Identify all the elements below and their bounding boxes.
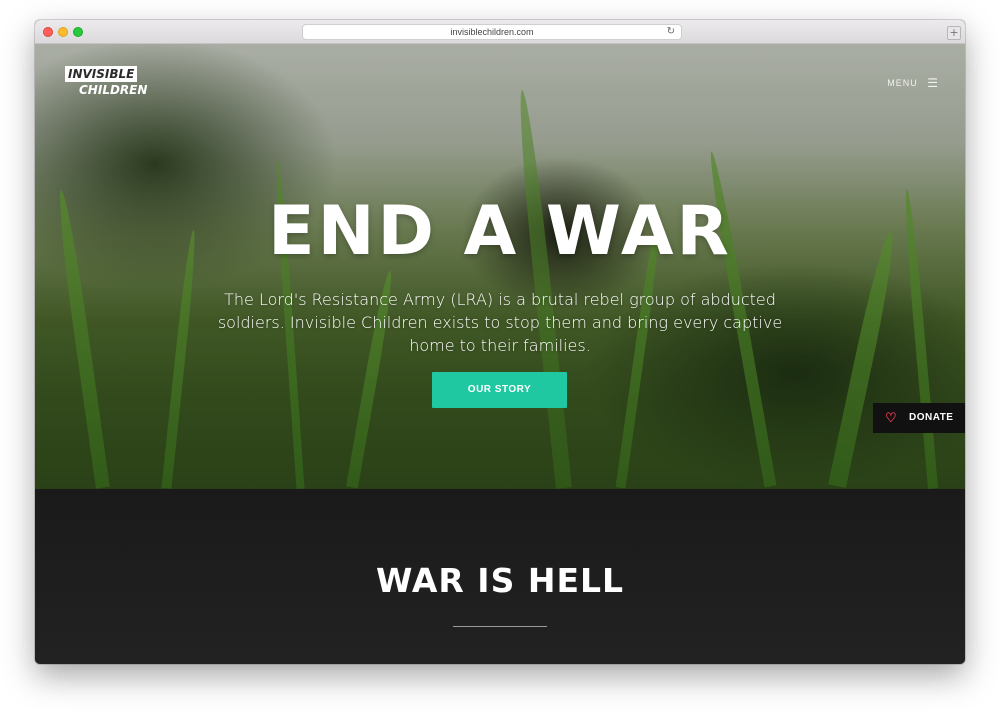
donate-button[interactable]: ♡ DONATE [873, 403, 965, 433]
hero-section: INVISIBLE CHILDREN MENU ☰ END A WAR The … [35, 44, 965, 489]
site-logo[interactable]: INVISIBLE CHILDREN [65, 66, 148, 100]
section-title: WAR IS HELL [375, 561, 625, 600]
hero-headline: END A WAR [268, 192, 732, 271]
our-story-button[interactable]: OUR STORY [432, 372, 567, 408]
browser-titlebar: invisiblechildren.com ↻ + [35, 20, 965, 44]
heart-icon: ♡ [885, 410, 898, 425]
browser-window: invisiblechildren.com ↻ + INVISIBLE CHIL… [35, 20, 965, 664]
menu-button[interactable]: MENU ☰ [887, 76, 939, 90]
plus-icon[interactable]: + [947, 26, 961, 40]
address-bar-url: invisiblechildren.com [450, 27, 534, 37]
hamburger-icon: ☰ [927, 76, 939, 90]
section-divider [453, 626, 547, 627]
hero-intro: The Lord's Resistance Army (LRA) is a br… [217, 290, 783, 355]
donate-label: DONATE [909, 412, 954, 423]
logo-line1: INVISIBLE [65, 66, 138, 82]
reload-icon[interactable]: ↻ [667, 25, 675, 39]
close-window-button[interactable] [43, 27, 53, 37]
war-is-hell-section: WAR IS HELL [35, 489, 965, 664]
logo-line2: CHILDREN [79, 83, 148, 97]
menu-label: MENU [887, 78, 918, 88]
zoom-window-button[interactable] [73, 27, 83, 37]
address-bar[interactable]: invisiblechildren.com ↻ [302, 24, 682, 40]
minimize-window-button[interactable] [58, 27, 68, 37]
